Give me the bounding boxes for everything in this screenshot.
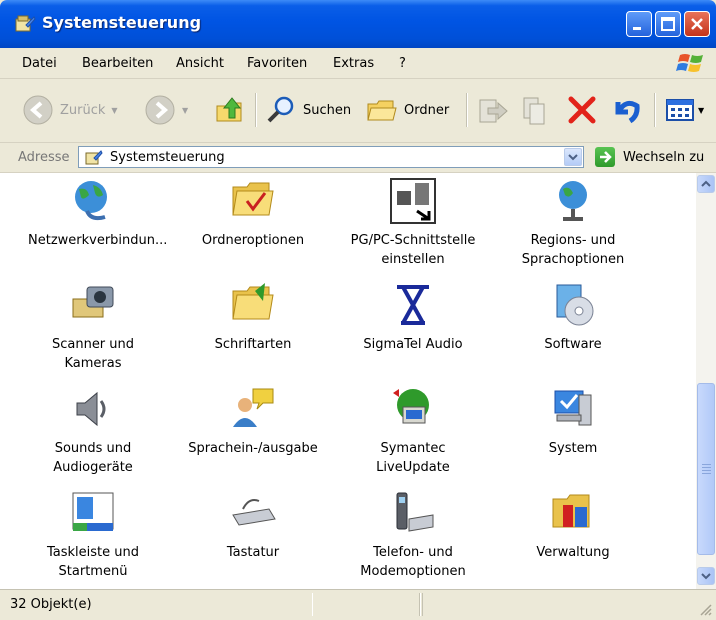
control-panel-icon [15, 15, 36, 32]
move-to-icon [479, 99, 508, 123]
scroll-thumb[interactable] [697, 383, 715, 555]
liveupdate-icon [393, 389, 429, 424]
chevron-up-icon [701, 180, 711, 187]
list-item[interactable]: Schriftarten [168, 277, 338, 377]
pg-pc-interface-icon [390, 178, 436, 224]
control-panel-icon [85, 150, 103, 165]
list-item[interactable]: Sounds und Audiogeräte [8, 381, 178, 485]
folder-options-icon [232, 182, 274, 216]
scanner-camera-icon [72, 286, 114, 318]
list-item[interactable]: Taskleiste und Startmenü [8, 485, 178, 589]
chevron-down-icon [568, 154, 578, 161]
status-count: 32 Objekt(e) [10, 597, 92, 612]
address-dropdown-button[interactable] [564, 148, 582, 166]
menu-bearbeiten[interactable]: Bearbeiten [82, 56, 153, 71]
title-bar: Systemsteuerung [0, 0, 716, 48]
list-item[interactable]: SigmaTel Audio [328, 277, 498, 377]
list-item[interactable]: Telefon- und Modemoptionen [328, 485, 498, 589]
taskbar-icon [72, 492, 114, 531]
window-title: Systemsteuerung [42, 13, 202, 32]
menu-extras[interactable]: Extras [333, 56, 374, 71]
back-button[interactable]: Zurück ▼ [22, 91, 118, 129]
folders-button[interactable]: Ordner [366, 91, 449, 129]
speech-icon [233, 388, 274, 427]
item-label: PG/PC-Schnittstelle einstellen [350, 233, 476, 267]
software-cd-icon [556, 284, 594, 326]
speaker-icon [76, 391, 106, 427]
list-item[interactable]: Tastatur [168, 485, 338, 589]
list-item[interactable]: Scanner und Kameras [8, 277, 178, 377]
list-item[interactable]: Verwaltung [488, 485, 658, 589]
undo-button[interactable] [610, 91, 642, 129]
copy-to-button[interactable] [520, 91, 552, 129]
menu-help[interactable]: ? [399, 56, 406, 71]
list-item[interactable]: System [488, 381, 658, 485]
keyboard-icon [232, 499, 276, 526]
up-folder-icon [216, 97, 242, 122]
go-button[interactable]: Wechseln zu [595, 147, 704, 167]
chevron-down-icon [701, 573, 711, 580]
windows-logo-icon [676, 54, 703, 72]
list-item[interactable]: Netzwerkverbindun... [8, 173, 178, 273]
views-button[interactable]: ▼ [664, 91, 704, 129]
delete-button[interactable] [566, 91, 598, 129]
back-arrow-icon [23, 95, 53, 125]
go-label: Wechseln zu [623, 149, 705, 165]
address-label: Adresse [18, 150, 70, 165]
admin-tools-icon [552, 494, 590, 528]
menu-bar: Datei Bearbeiten Ansicht Favoriten Extra… [0, 48, 716, 79]
list-item[interactable]: Software [488, 277, 658, 377]
system-computer-icon [554, 390, 592, 426]
address-input[interactable]: Systemsteuerung [78, 146, 584, 168]
toolbar: Zurück ▼ ▼ Suchen Ordner ▼ [0, 79, 716, 143]
minimize-button[interactable] [626, 11, 652, 37]
scroll-down-button[interactable] [697, 567, 715, 585]
search-icon [267, 96, 294, 123]
resize-grip-icon[interactable] [698, 602, 712, 616]
search-button[interactable]: Suchen [265, 91, 351, 129]
forward-button[interactable]: ▼ [144, 91, 188, 129]
regional-globe-icon [559, 181, 587, 221]
close-button[interactable] [684, 11, 710, 37]
folders-label: Ordner [404, 102, 450, 118]
copy-to-icon [523, 97, 545, 125]
address-bar: Adresse Systemsteuerung Wechseln zu [0, 143, 716, 173]
scroll-up-button[interactable] [697, 175, 715, 193]
address-value: Systemsteuerung [110, 150, 225, 165]
list-item[interactable]: Ordneroptionen [168, 173, 338, 273]
sigmatel-audio-icon [397, 285, 429, 325]
folders-icon [367, 100, 397, 121]
views-icon [666, 99, 694, 121]
menu-favoriten[interactable]: Favoriten [247, 56, 307, 71]
list-item[interactable]: Sprachein-/ausgabe [168, 381, 338, 485]
delete-x-icon [568, 96, 596, 124]
search-label: Suchen [303, 102, 352, 118]
go-arrow-icon [595, 147, 615, 167]
up-folder-button[interactable] [213, 91, 245, 129]
phone-modem-icon [396, 492, 434, 532]
network-globe-icon [75, 181, 107, 221]
list-item[interactable]: Regions- und Sprachoptionen [488, 173, 658, 273]
list-item[interactable]: PG/PC-Schnittstelle einstellen [328, 173, 498, 273]
list-item[interactable]: Symantec LiveUpdate [328, 381, 498, 485]
vertical-scrollbar[interactable] [696, 173, 716, 589]
back-label: Zurück [60, 102, 106, 118]
fonts-folder-icon [232, 283, 274, 320]
status-bar: 32 Objekt(e) [0, 589, 716, 620]
content-pane: Netzwerkverbindun... Ordneroptionen PG/P… [0, 173, 696, 589]
move-to-button[interactable] [476, 91, 508, 129]
forward-arrow-icon [145, 95, 175, 125]
maximize-button[interactable] [655, 11, 681, 37]
menu-datei[interactable]: Datei [22, 56, 57, 71]
undo-icon [615, 100, 640, 124]
menu-ansicht[interactable]: Ansicht [176, 56, 224, 71]
